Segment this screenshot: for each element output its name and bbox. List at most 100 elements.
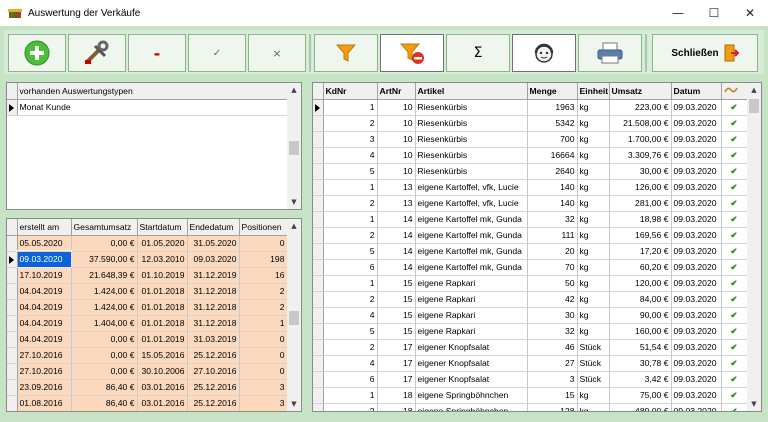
close-app-button[interactable]: Schließen [652,34,758,72]
row-header[interactable] [7,347,18,364]
row-header[interactable] [7,283,18,300]
sale-cell[interactable]: 18 [377,387,416,404]
report-cell[interactable]: 01.01.2018 [137,315,188,332]
sale-cell[interactable]: 84,00 € [609,291,672,308]
sale-cell[interactable]: kg [577,291,610,308]
sale-cell[interactable]: 09.03.2020 [671,339,722,356]
row-header[interactable] [313,163,324,180]
sale-cell[interactable]: 09.03.2020 [671,131,722,148]
sale-cell[interactable]: 3 [527,371,578,388]
report-cell[interactable]: 0 [239,331,287,348]
report-cell[interactable]: 17.10.2019 [17,267,72,284]
sale-cell[interactable]: eigener Knopfsalat [415,339,528,356]
report-cell[interactable]: 0,00 € [71,363,138,380]
report-cell[interactable]: 01.01.2019 [137,331,188,348]
filter-button[interactable] [314,34,378,72]
sale-cell[interactable]: 5 [323,163,378,180]
row-header[interactable] [313,179,324,196]
sale-cell[interactable]: 15 [527,387,578,404]
report-cell[interactable]: 01.01.2018 [137,299,188,316]
checked-icon[interactable]: ✔ [721,115,747,132]
col-startdatum[interactable]: Startdatum [137,219,188,236]
sale-row[interactable]: 2 15 eigene Rapkari 42 kg 84,00 €09.03.2020 ✔ [313,291,747,308]
row-header[interactable] [313,211,324,228]
sale-cell[interactable]: Riesenkürbis [415,99,528,116]
report-cell[interactable]: 23.09.2016 [17,379,72,396]
checked-icon[interactable]: ✔ [721,403,747,411]
sale-cell[interactable]: eigene Kartoffel mk, Gunda [415,259,528,276]
report-cell[interactable]: 31.12.2018 [187,315,240,332]
sale-cell[interactable]: 09.03.2020 [671,403,722,411]
sale-cell[interactable]: 21.508,00 € [609,115,672,132]
report-cell[interactable]: 05.05.2020 [17,235,72,252]
type-row[interactable]: Monat Kunde [7,99,287,116]
report-row[interactable]: 17.10.2019 21.648,39 €01.10.2019 31.12.201… [7,267,287,284]
sale-cell[interactable]: kg [577,387,610,404]
sale-cell[interactable]: 18,98 € [609,211,672,228]
sale-cell[interactable]: 1 [323,387,378,404]
sale-cell[interactable]: 1963 [527,99,578,116]
tools-button[interactable] [68,34,126,72]
sale-cell[interactable]: 15 [377,307,416,324]
report-cell[interactable]: 30.10.2006 [137,363,188,380]
report-cell[interactable]: 0 [239,363,287,380]
report-cell[interactable]: 86,40 € [71,395,138,411]
sale-cell[interactable]: 2640 [527,163,578,180]
row-header[interactable] [7,267,18,284]
sale-cell[interactable]: 3,42 € [609,371,672,388]
report-cell[interactable]: 0 [239,347,287,364]
col-artikel[interactable]: Artikel [415,83,528,100]
sale-row[interactable]: 1 14 eigene Kartoffel mk, Gunda 32 kg 18,98 €… [313,211,747,228]
sale-cell[interactable]: kg [577,307,610,324]
sale-cell[interactable]: 09.03.2020 [671,291,722,308]
sale-cell[interactable]: 09.03.2020 [671,99,722,116]
sale-cell[interactable]: 281,00 € [609,195,672,212]
report-cell[interactable]: 0,00 € [71,347,138,364]
row-header[interactable] [313,339,324,356]
sale-cell[interactable]: eigene Kartoffel, vfk, Lucie [415,195,528,212]
col-artnr[interactable]: ArtNr [377,83,416,100]
sale-row[interactable]: 4 15 eigene Rapkari 30 kg 90,00 €09.03.2020 ✔ [313,307,747,324]
sale-cell[interactable]: kg [577,115,610,132]
checked-icon[interactable]: ✔ [721,387,747,404]
report-cell[interactable]: 27.10.2016 [17,347,72,364]
report-cell[interactable]: 3 [239,379,287,396]
sale-cell[interactable]: kg [577,243,610,260]
sale-cell[interactable]: 160,00 € [609,323,672,340]
sale-cell[interactable]: 09.03.2020 [671,195,722,212]
sale-cell[interactable]: 09.03.2020 [671,259,722,276]
sale-cell[interactable]: 32 [527,323,578,340]
sale-cell[interactable]: 700 [527,131,578,148]
row-header[interactable] [313,307,324,324]
sale-cell[interactable]: kg [577,131,610,148]
sale-cell[interactable]: 128 [527,403,578,411]
sale-cell[interactable]: 10 [377,99,416,116]
report-cell[interactable]: 03.01.2016 [137,395,188,411]
sale-cell[interactable]: 17 [377,355,416,372]
sale-cell[interactable]: kg [577,403,610,411]
sale-cell[interactable]: eigener Knopfsalat [415,355,528,372]
sale-cell[interactable]: 3.309,76 € [609,147,672,164]
sale-cell[interactable]: 75,00 € [609,387,672,404]
sale-cell[interactable]: kg [577,147,610,164]
checked-icon[interactable]: ✔ [721,291,747,308]
sale-row[interactable]: 1 15 eigene Rapkari 50 kg 120,00 €09.03.2020 ✔ [313,275,747,292]
remove-filter-button[interactable] [380,34,444,72]
report-cell[interactable]: 1.424,00 € [71,283,138,300]
checked-icon[interactable]: ✔ [721,371,747,388]
sale-cell[interactable]: 50 [527,275,578,292]
sale-cell[interactable]: kg [577,99,610,116]
sale-cell[interactable]: eigene Rapkari [415,307,528,324]
sale-cell[interactable]: eigene Springböhnchen [415,403,528,411]
report-cell[interactable]: 12.03.2010 [137,251,188,268]
print-button[interactable] [578,34,642,72]
sale-cell[interactable]: Stück [577,339,610,356]
row-header[interactable] [313,147,324,164]
report-cell[interactable]: 1.424,00 € [71,299,138,316]
sale-cell[interactable]: 140 [527,195,578,212]
sale-cell[interactable]: 51,54 € [609,339,672,356]
checked-icon[interactable]: ✔ [721,147,747,164]
sale-cell[interactable]: 14 [377,243,416,260]
col-einheit[interactable]: Einheit [577,83,610,100]
sale-cell[interactable]: 169,56 € [609,227,672,244]
